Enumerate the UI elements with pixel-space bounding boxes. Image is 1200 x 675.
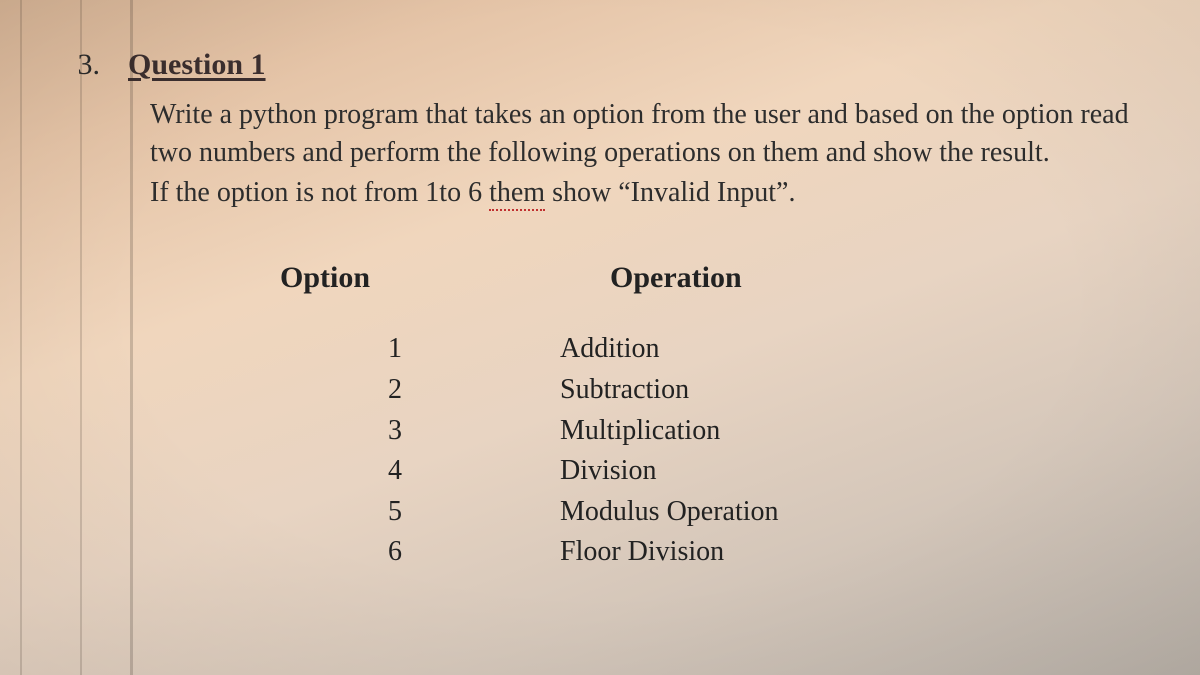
header-option: Option: [230, 261, 610, 295]
table-row: 4 Division: [230, 451, 1140, 492]
table-header: Option Operation: [230, 261, 1140, 295]
heading-row: 3. Question 1: [60, 48, 1140, 82]
cell-option: 5: [280, 492, 510, 533]
instruction-line-1: Write a python program that takes an opt…: [150, 96, 1140, 172]
instruction-line-2-pre: If the option is not from 1to 6: [150, 177, 489, 208]
question-title: Question 1: [128, 48, 266, 82]
cell-option: 3: [280, 411, 510, 452]
cell-operation: Subtraction: [560, 370, 1140, 411]
cell-operation: Multiplication: [560, 411, 1140, 452]
instruction-line-2: If the option is not from 1to 6 them sho…: [150, 174, 1140, 212]
table-row: 1 Addition: [230, 329, 1140, 370]
margin-rule: [80, 0, 82, 675]
instruction-text: Write a python program that takes an opt…: [150, 96, 1140, 211]
options-table: Option Operation 1 Addition 2 Subtractio…: [230, 261, 1140, 573]
cell-option: 1: [280, 329, 510, 370]
table-row: 5 Modulus Operation: [230, 492, 1140, 533]
table-body: 1 Addition 2 Subtraction 3 Multiplicatio…: [230, 329, 1140, 573]
table-row: 3 Multiplication: [230, 411, 1140, 452]
table-row: 6 Floor Division: [230, 532, 1140, 573]
margin-rule: [130, 0, 133, 675]
cell-operation: Modulus Operation: [560, 492, 1140, 533]
margin-rule: [20, 0, 22, 675]
spellcheck-squiggle-word: them: [489, 177, 545, 211]
cell-operation: Division: [560, 451, 1140, 492]
table-row: 2 Subtraction: [230, 370, 1140, 411]
document-page: 3. Question 1 Write a python program tha…: [0, 0, 1200, 675]
cell-operation: Addition: [560, 329, 1140, 370]
instruction-line-2-post: show “Invalid Input”.: [545, 177, 795, 208]
header-operation: Operation: [610, 261, 1140, 295]
cell-operation: Floor Division: [560, 532, 1140, 573]
cell-option: 4: [280, 451, 510, 492]
cell-option: 6: [280, 532, 510, 573]
cell-option: 2: [280, 370, 510, 411]
